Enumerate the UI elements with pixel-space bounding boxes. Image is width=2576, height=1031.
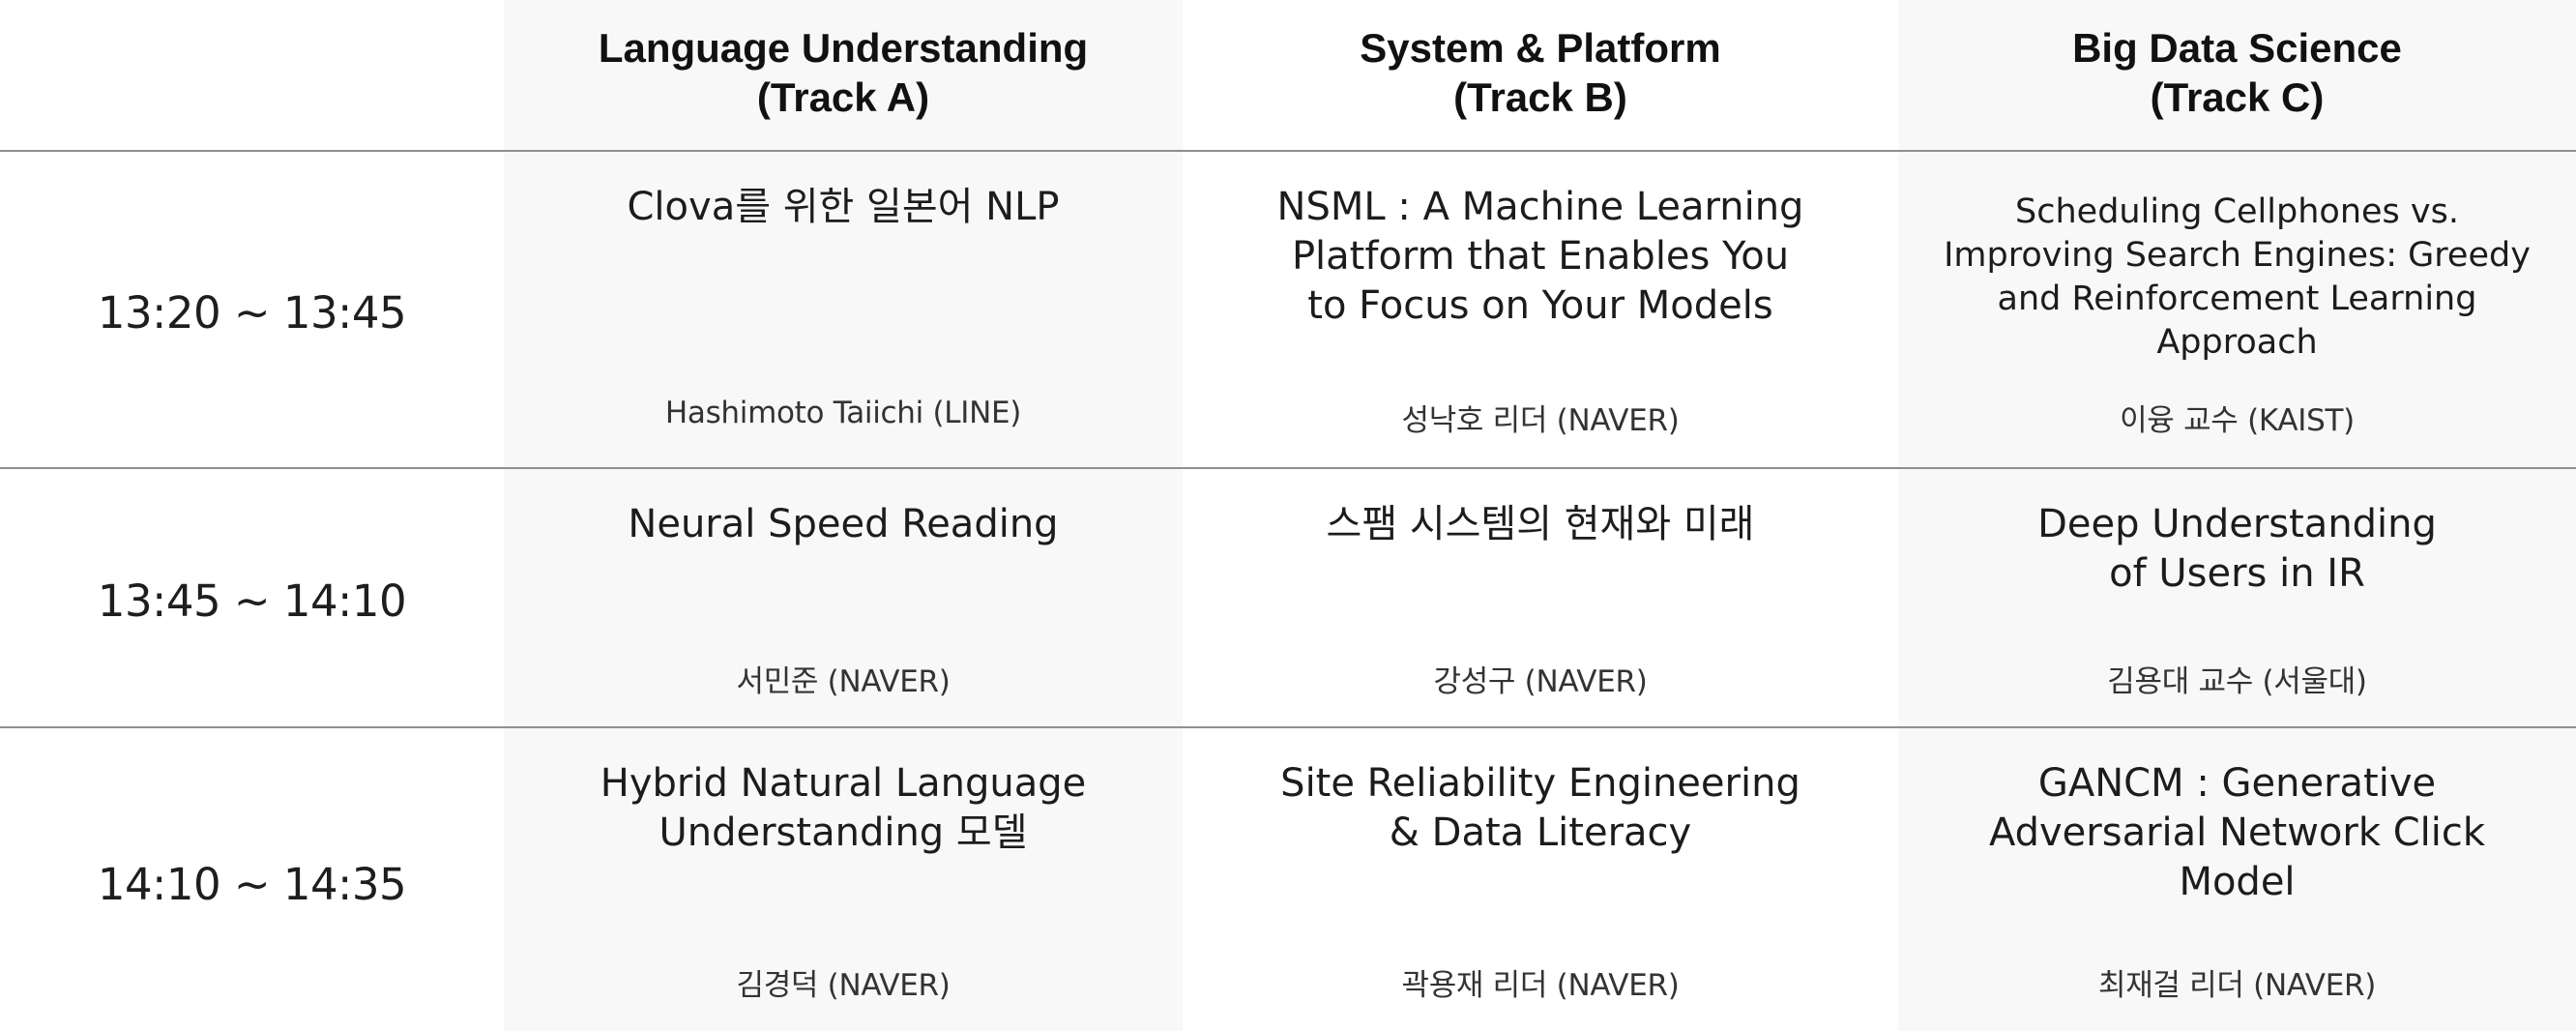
session-cell-track-b: NSML : A Machine Learning Platform that …	[1183, 152, 1898, 467]
time-slot-cell: 13:20 ~ 13:45	[0, 152, 504, 467]
track-a-label: (Track A)	[756, 74, 930, 120]
session-title: NSML : A Machine Learning Platform that …	[1276, 185, 1804, 328]
session-speaker: 강성구 (NAVER)	[1433, 664, 1648, 699]
track-b-header: System & Platform (Track B)	[1183, 0, 1898, 150]
track-b-name: System & Platform	[1360, 24, 1721, 71]
session-speaker: 곽용재 리더 (NAVER)	[1401, 968, 1680, 1003]
conference-schedule-table: Language Understanding (Track A) System …	[0, 0, 2576, 1031]
session-speaker: Hashimoto Taiichi (LINE)	[664, 396, 1022, 430]
session-title: Deep Understanding of Users in IR	[2037, 502, 2437, 596]
session-title: Neural Speed Reading	[628, 502, 1059, 546]
track-c-name: Big Data Science	[2072, 24, 2402, 71]
session-title: Hybrid Natural Language Understanding 모델	[600, 761, 1087, 855]
session-speaker: 김용대 교수 (서울대)	[2107, 664, 2367, 699]
session-speaker: 성낙호 리더 (NAVER)	[1401, 403, 1680, 438]
session-speaker: 이융 교수 (KAIST)	[2120, 403, 2355, 438]
session-cell-track-a: Hybrid Natural Language Understanding 모델…	[504, 728, 1183, 1031]
schedule-row: 14:10 ~ 14:35 Hybrid Natural Language Un…	[0, 726, 2576, 1031]
session-cell-track-c: GANCM : Generative Adversarial Network C…	[1898, 728, 2576, 1031]
session-cell-track-b: Site Reliability Engineering & Data Lite…	[1183, 728, 1898, 1031]
session-speaker: 최재걸 리더 (NAVER)	[2097, 968, 2377, 1003]
session-cell-track-c: Scheduling Cellphones vs. Improving Sear…	[1898, 152, 2576, 467]
session-cell-track-c: Deep Understanding of Users in IR 김용대 교수…	[1898, 469, 2576, 726]
track-a-name: Language Understanding	[598, 24, 1089, 71]
session-cell-track-a: Neural Speed Reading 서민준 (NAVER)	[504, 469, 1183, 726]
schedule-header-row: Language Understanding (Track A) System …	[0, 0, 2576, 150]
session-title: GANCM : Generative Adversarial Network C…	[1988, 761, 2486, 904]
track-c-label: (Track C)	[2150, 74, 2325, 120]
session-cell-track-b: 스팸 시스템의 현재와 미래 강성구 (NAVER)	[1183, 469, 1898, 726]
time-slot: 13:20 ~ 13:45	[97, 287, 407, 339]
session-title: Clova를 위한 일본어 NLP	[627, 185, 1060, 229]
session-title: 스팸 시스템의 현재와 미래	[1326, 502, 1755, 546]
track-a-header: Language Understanding (Track A)	[504, 0, 1183, 150]
session-speaker: 서민준 (NAVER)	[736, 664, 951, 699]
session-cell-track-a: Clova를 위한 일본어 NLP Hashimoto Taiichi (LIN…	[504, 152, 1183, 467]
schedule-row: 13:45 ~ 14:10 Neural Speed Reading 서민준 (…	[0, 467, 2576, 726]
schedule-row: 13:20 ~ 13:45 Clova를 위한 일본어 NLP Hashimot…	[0, 150, 2576, 467]
session-speaker: 김경덕 (NAVER)	[736, 968, 951, 1003]
track-c-header: Big Data Science (Track C)	[1898, 0, 2576, 150]
time-slot: 13:45 ~ 14:10	[97, 575, 407, 627]
header-time-cell	[0, 0, 504, 150]
time-slot-cell: 13:45 ~ 14:10	[0, 469, 504, 726]
session-title: Scheduling Cellphones vs. Improving Sear…	[1944, 192, 2531, 362]
session-title: Site Reliability Engineering & Data Lite…	[1280, 761, 1800, 855]
time-slot-cell: 14:10 ~ 14:35	[0, 728, 504, 1031]
time-slot: 14:10 ~ 14:35	[97, 859, 407, 910]
track-b-label: (Track B)	[1453, 74, 1627, 120]
